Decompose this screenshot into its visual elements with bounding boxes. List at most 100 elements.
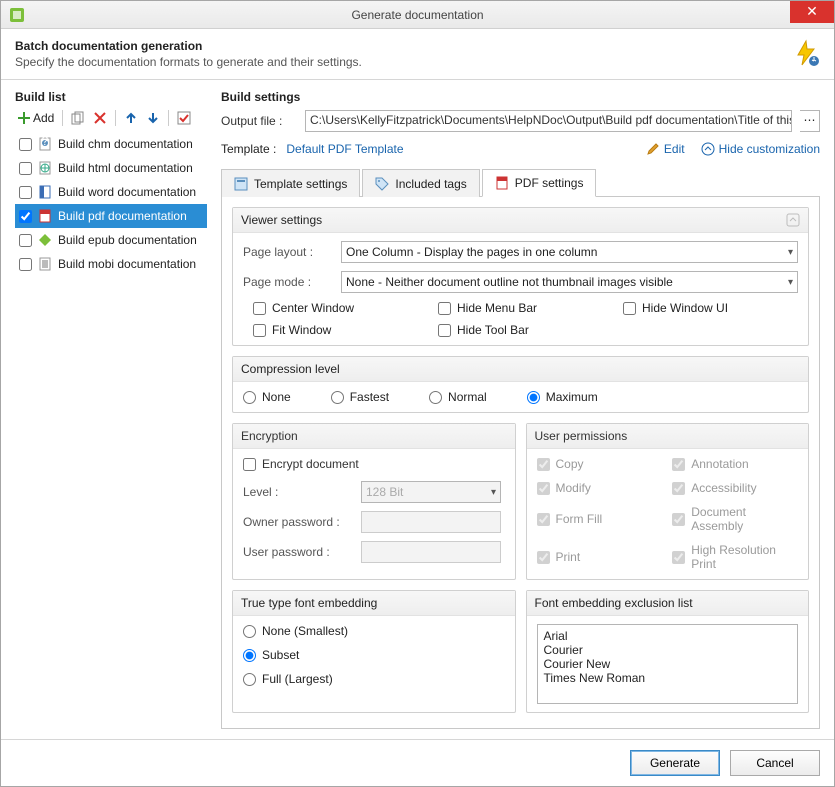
template-name-link[interactable]: Default PDF Template [286,142,403,156]
build-list-item[interactable]: Build html documentation [15,156,207,180]
group-collapse-icon[interactable] [786,213,800,227]
pencil-icon [646,142,660,156]
build-item-checkbox[interactable] [19,186,32,199]
build-list-item[interactable]: Build epub documentation [15,228,207,252]
hide-customization-link[interactable]: Hide customization [701,142,820,156]
hide-menu-bar-checkbox[interactable]: Hide Menu Bar [438,301,613,315]
user-permissions-group: User permissions Copy Annotation Modify … [526,423,810,580]
duplicate-icon [71,111,85,125]
perm-annotation-checkbox: Annotation [672,457,798,471]
tab-template-settings[interactable]: Template settings [221,169,360,197]
build-list-item[interactable]: Build word documentation [15,180,207,204]
page-mode-select[interactable]: None - Neither document outline not thum… [341,271,798,293]
collapse-icon [701,142,715,156]
settings-tabs: Template settings Included tags PDF sett… [221,168,820,197]
generate-documentation-dialog: Generate documentation ✕ Batch documenta… [0,0,835,787]
move-up-button[interactable] [122,110,140,126]
build-list-item[interactable]: Build mobi documentation [15,252,207,276]
font-embedding-title: True type font embedding [241,596,377,610]
font-embed-none-radio[interactable]: None (Smallest) [243,624,505,638]
compression-maximum-radio[interactable]: Maximum [527,390,598,404]
font-exclusion-list[interactable]: ArialCourierCourier NewTimes New Roman [537,624,799,704]
check-icon [177,111,191,125]
hide-window-ui-checkbox[interactable]: Hide Window UI [623,301,798,315]
add-button[interactable]: Add [15,110,56,126]
build-item-checkbox[interactable] [19,138,32,151]
browse-output-button[interactable]: ⋯ [800,110,820,132]
owner-password-label: Owner password : [243,515,353,529]
delete-button[interactable] [91,110,109,126]
chm-icon: ? [38,137,52,151]
build-item-label: Build mobi documentation [58,257,196,271]
header: Batch documentation generation Specify t… [1,29,834,80]
exclusion-item[interactable]: Courier New [544,657,792,671]
move-down-button[interactable] [144,110,162,126]
build-settings-panel: Build settings Output file : C:\Users\Ke… [221,90,820,729]
add-label: Add [33,111,54,125]
encryption-level-label: Level : [243,485,353,499]
fit-window-checkbox[interactable]: Fit Window [253,323,428,337]
build-settings-title: Build settings [221,90,820,104]
pdf-settings-body: Viewer settings Page layout : One Column… [221,197,820,729]
compression-group: Compression level None Fastest Normal Ma… [232,356,809,413]
compression-fastest-radio[interactable]: Fastest [331,390,389,404]
edit-template-link[interactable]: Edit [646,142,685,156]
perm-docassembly-checkbox: Document Assembly [672,505,798,533]
build-list-item[interactable]: Build pdf documentation [15,204,207,228]
font-embed-subset-radio[interactable]: Subset [243,648,505,662]
encrypt-document-checkbox[interactable]: Encrypt document [243,457,359,471]
build-list-panel: Build list Add ?Build chm documentationB… [15,90,207,729]
build-item-label: Build epub documentation [58,233,197,247]
compression-title: Compression level [241,362,340,376]
font-embedding-group: True type font embedding None (Smallest)… [232,590,516,713]
delete-icon [93,111,107,125]
encryption-level-select: 128 Bit▾ [361,481,501,503]
owner-password-input [361,511,501,533]
arrow-up-icon [124,111,138,125]
exclusion-item[interactable]: Arial [544,629,792,643]
page-layout-select[interactable]: One Column - Display the pages in one co… [341,241,798,263]
hide-tool-bar-checkbox[interactable]: Hide Tool Bar [438,323,613,337]
user-password-input [361,541,501,563]
output-file-input[interactable]: C:\Users\KellyFitzpatrick\Documents\Help… [305,110,792,132]
tags-icon [375,177,389,191]
generate-button[interactable]: Generate [630,750,720,776]
output-file-label: Output file : [221,114,297,128]
build-list-title: Build list [15,90,207,104]
exclusion-item[interactable]: Times New Roman [544,671,792,685]
word-icon [38,185,52,199]
svg-text:?: ? [42,137,49,148]
template-label: Template : [221,142,276,156]
build-item-checkbox[interactable] [19,162,32,175]
build-item-checkbox[interactable] [19,234,32,247]
encryption-title: Encryption [241,429,298,443]
compression-normal-radio[interactable]: Normal [429,390,487,404]
compression-none-radio[interactable]: None [243,390,291,404]
check-all-button[interactable] [175,110,193,126]
tab-included-tags[interactable]: Included tags [362,169,479,197]
template-icon [234,177,248,191]
close-button[interactable]: ✕ [790,1,834,23]
header-title: Batch documentation generation [15,39,362,53]
tab-pdf-settings[interactable]: PDF settings [482,169,597,197]
pdf-icon [495,176,509,190]
dialog-footer: Generate Cancel [1,739,834,786]
center-window-checkbox[interactable]: Center Window [253,301,428,315]
chevron-down-icon: ▾ [788,277,793,288]
chevron-down-icon: ▾ [788,247,793,258]
arrow-down-icon [146,111,160,125]
perm-accessibility-checkbox: Accessibility [672,481,798,495]
build-item-checkbox[interactable] [19,210,32,223]
viewer-settings-group: Viewer settings Page layout : One Column… [232,207,809,346]
header-subtitle: Specify the documentation formats to gen… [15,55,362,69]
user-permissions-title: User permissions [535,429,628,443]
exclusion-item[interactable]: Courier [544,643,792,657]
epub-icon [38,233,52,247]
cancel-button[interactable]: Cancel [730,750,820,776]
font-embed-full-radio[interactable]: Full (Largest) [243,672,505,686]
duplicate-button[interactable] [69,110,87,126]
build-list-item[interactable]: ?Build chm documentation [15,132,207,156]
build-item-checkbox[interactable] [19,258,32,271]
lightning-icon [792,39,820,67]
build-item-label: Build pdf documentation [58,209,187,223]
